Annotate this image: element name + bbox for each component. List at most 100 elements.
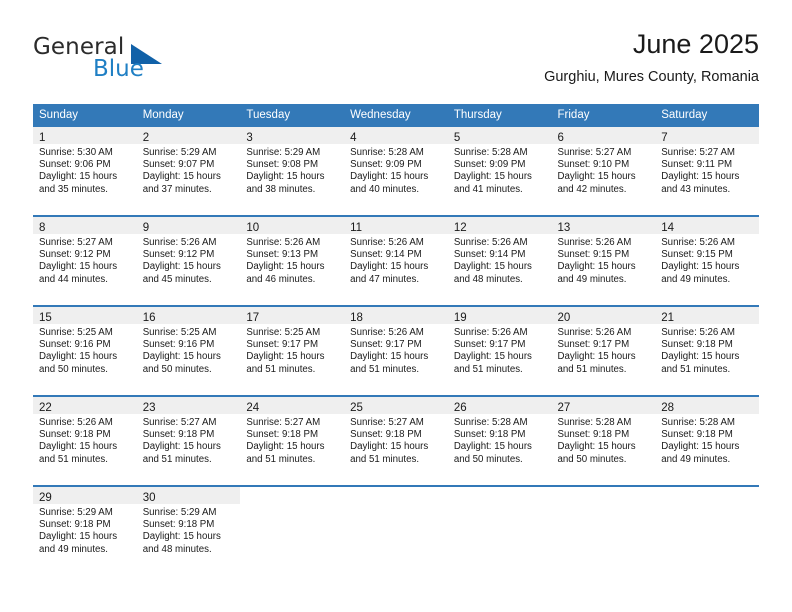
day-details: Sunrise: 5:28 AM Sunset: 9:09 PM Daylight:… — [344, 144, 448, 196]
day-details — [552, 504, 656, 507]
calendar-cell: 17 Sunrise: 5:25 AM Sunset: 9:17 PM Dayligh… — [240, 305, 345, 396]
calendar-day[interactable]: 13 Sunrise: 5:26 AM Sunset: 9:15 PM Dayligh… — [551, 217, 656, 305]
calendar-day-empty — [344, 487, 448, 575]
weekday-header-wednesday: Wednesday — [344, 104, 448, 127]
day-number-strip — [344, 487, 448, 504]
day-number-strip: 14 — [655, 217, 759, 234]
calendar-day[interactable]: 8 Sunrise: 5:27 AM Sunset: 9:12 PM Daylight… — [33, 217, 137, 305]
calendar-cell: 29 Sunrise: 5:29 AM Sunset: 9:18 PM Dayligh… — [33, 485, 137, 575]
sunset-time: Sunset: 9:12 PM — [39, 249, 111, 261]
calendar-day[interactable]: 9 Sunrise: 5:26 AM Sunset: 9:12 PM Daylight… — [136, 217, 241, 305]
calendar-day[interactable]: 17 Sunrise: 5:25 AM Sunset: 9:17 PM Dayligh… — [240, 307, 345, 395]
day-number: 24 — [246, 402, 260, 414]
daylight-duration-line2: and 51 minutes. — [142, 453, 212, 465]
day-details: Sunrise: 5:25 AM Sunset: 9:16 PM Daylight:… — [137, 324, 241, 376]
day-number-strip — [552, 487, 656, 504]
daylight-duration-line2: and 37 minutes. — [142, 183, 212, 195]
day-number-strip: 12 — [447, 217, 552, 234]
day-number: 22 — [39, 402, 52, 414]
daylight-duration-line1: Daylight: 15 hours — [142, 351, 221, 363]
daylight-duration-line1: Daylight: 15 hours — [142, 441, 221, 453]
calendar-cell: 30 Sunrise: 5:29 AM Sunset: 9:18 PM Dayligh… — [136, 485, 241, 575]
general-blue-logo[interactable]: General Blue — [33, 34, 253, 90]
calendar-cell: 26 Sunrise: 5:28 AM Sunset: 9:18 PM Dayligh… — [447, 395, 552, 486]
calendar-day[interactable]: 29 Sunrise: 5:29 AM Sunset: 9:18 PM Dayligh… — [33, 487, 137, 575]
sunrise-time: Sunrise: 5:27 AM — [246, 417, 321, 428]
day-number: 21 — [661, 312, 675, 324]
calendar-day[interactable]: 3 Sunrise: 5:29 AM Sunset: 9:08 PM Daylight… — [240, 127, 345, 215]
sunset-time: Sunset: 9:09 PM — [453, 159, 526, 171]
sunset-time: Sunset: 9:17 PM — [246, 339, 319, 351]
calendar-day[interactable]: 21 Sunrise: 5:26 AM Sunset: 9:18 PM Dayligh… — [655, 307, 759, 395]
day-details: Sunrise: 5:28 AM Sunset: 9:18 PM Daylight:… — [448, 414, 552, 466]
day-number-strip: 19 — [447, 307, 552, 324]
sunset-time: Sunset: 9:06 PM — [39, 159, 111, 171]
daylight-duration-line2: and 51 minutes. — [557, 363, 627, 375]
calendar-cell: 1 Sunrise: 5:30 AM Sunset: 9:06 PM Daylight… — [33, 127, 137, 216]
day-number-strip: 16 — [136, 307, 241, 324]
calendar-week-row: 8 Sunrise: 5:27 AM Sunset: 9:12 PM Daylight… — [33, 215, 759, 306]
daylight-duration-line1: Daylight: 15 hours — [39, 351, 118, 363]
calendar-day[interactable]: 7 Sunrise: 5:27 AM Sunset: 9:11 PM Daylight… — [655, 127, 759, 215]
sunrise-time: Sunrise: 5:26 AM — [142, 237, 217, 248]
calendar-day[interactable]: 4 Sunrise: 5:28 AM Sunset: 9:09 PM Daylight… — [344, 127, 448, 215]
calendar-day[interactable]: 15 Sunrise: 5:25 AM Sunset: 9:16 PM Dayligh… — [33, 307, 137, 395]
day-number-strip: 21 — [655, 307, 759, 324]
daylight-duration-line1: Daylight: 15 hours — [453, 441, 532, 453]
calendar-day[interactable]: 20 Sunrise: 5:26 AM Sunset: 9:17 PM Dayligh… — [551, 307, 656, 395]
calendar-day[interactable]: 2 Sunrise: 5:29 AM Sunset: 9:07 PM Daylight… — [136, 127, 241, 215]
day-number-strip: 22 — [33, 397, 137, 414]
weekday-header-tuesday: Tuesday — [240, 104, 345, 127]
calendar-day[interactable]: 10 Sunrise: 5:26 AM Sunset: 9:13 PM Dayligh… — [240, 217, 345, 305]
sunset-time: Sunset: 9:08 PM — [246, 159, 319, 171]
calendar-day[interactable]: 22 Sunrise: 5:26 AM Sunset: 9:18 PM Dayligh… — [33, 397, 137, 485]
day-details: Sunrise: 5:26 AM Sunset: 9:14 PM Daylight:… — [344, 234, 448, 286]
calendar-day[interactable]: 30 Sunrise: 5:29 AM Sunset: 9:18 PM Dayligh… — [136, 487, 241, 575]
day-details: Sunrise: 5:27 AM Sunset: 9:10 PM Daylight:… — [552, 144, 656, 196]
daylight-duration-line2: and 42 minutes. — [557, 183, 627, 195]
sunset-time: Sunset: 9:18 PM — [246, 429, 319, 441]
day-number: 30 — [142, 492, 156, 504]
calendar-day[interactable]: 1 Sunrise: 5:30 AM Sunset: 9:06 PM Daylight… — [33, 127, 137, 215]
calendar-day[interactable]: 19 Sunrise: 5:26 AM Sunset: 9:17 PM Dayligh… — [447, 307, 552, 395]
calendar-week-row: 15 Sunrise: 5:25 AM Sunset: 9:16 PM Dayligh… — [33, 305, 759, 396]
day-number-strip: 2 — [136, 127, 241, 144]
calendar-cell: 27 Sunrise: 5:28 AM Sunset: 9:18 PM Dayligh… — [551, 395, 656, 486]
sunset-time: Sunset: 9:18 PM — [453, 429, 526, 441]
calendar-day[interactable]: 12 Sunrise: 5:26 AM Sunset: 9:14 PM Dayligh… — [447, 217, 552, 305]
weekday-header-saturday: Saturday — [655, 104, 759, 127]
calendar-day[interactable]: 11 Sunrise: 5:26 AM Sunset: 9:14 PM Dayligh… — [344, 217, 448, 305]
calendar-day[interactable]: 25 Sunrise: 5:27 AM Sunset: 9:18 PM Dayligh… — [344, 397, 448, 485]
calendar-day[interactable]: 18 Sunrise: 5:26 AM Sunset: 9:17 PM Dayligh… — [344, 307, 448, 395]
calendar-day[interactable]: 6 Sunrise: 5:27 AM Sunset: 9:10 PM Daylight… — [551, 127, 656, 215]
daylight-duration-line2: and 48 minutes. — [453, 273, 523, 285]
calendar-day[interactable]: 26 Sunrise: 5:28 AM Sunset: 9:18 PM Dayligh… — [447, 397, 552, 485]
calendar-day[interactable]: 14 Sunrise: 5:26 AM Sunset: 9:15 PM Dayligh… — [655, 217, 759, 305]
daylight-duration-line2: and 43 minutes. — [661, 183, 731, 195]
sunset-time: Sunset: 9:18 PM — [142, 429, 215, 441]
daylight-duration-line2: and 50 minutes. — [142, 363, 212, 375]
calendar-day[interactable]: 16 Sunrise: 5:25 AM Sunset: 9:16 PM Dayligh… — [136, 307, 241, 395]
daylight-duration-line1: Daylight: 15 hours — [39, 531, 118, 543]
daylight-duration-line1: Daylight: 15 hours — [246, 351, 325, 363]
calendar-day[interactable]: 24 Sunrise: 5:27 AM Sunset: 9:18 PM Dayligh… — [240, 397, 345, 485]
calendar-day[interactable]: 5 Sunrise: 5:28 AM Sunset: 9:09 PM Daylight… — [447, 127, 552, 215]
day-number-strip: 7 — [655, 127, 759, 144]
day-details: Sunrise: 5:30 AM Sunset: 9:06 PM Daylight:… — [33, 144, 137, 196]
sunrise-time: Sunrise: 5:26 AM — [453, 237, 528, 248]
day-details: Sunrise: 5:27 AM Sunset: 9:11 PM Daylight:… — [655, 144, 759, 196]
calendar-page: General Blue June 2025 Gurghiu, Mures Co… — [0, 0, 792, 612]
calendar-day-empty — [240, 487, 344, 575]
day-details: Sunrise: 5:28 AM Sunset: 9:09 PM Daylight:… — [448, 144, 552, 196]
calendar-day[interactable]: 23 Sunrise: 5:27 AM Sunset: 9:18 PM Dayligh… — [136, 397, 241, 485]
day-number: 18 — [350, 312, 363, 324]
calendar-cell: 28 Sunrise: 5:28 AM Sunset: 9:18 PM Dayligh… — [655, 395, 759, 486]
day-number: 12 — [453, 222, 467, 234]
day-number: 9 — [142, 222, 150, 234]
day-number-strip: 13 — [551, 217, 656, 234]
day-details: Sunrise: 5:26 AM Sunset: 9:18 PM Daylight:… — [655, 324, 759, 376]
calendar-day[interactable]: 28 Sunrise: 5:28 AM Sunset: 9:18 PM Dayligh… — [655, 397, 759, 485]
calendar-day[interactable]: 27 Sunrise: 5:28 AM Sunset: 9:18 PM Dayligh… — [551, 397, 656, 485]
weekday-header-thursday: Thursday — [447, 104, 552, 127]
title-block: June 2025 Gurghiu, Mures County, Romania — [544, 28, 759, 86]
